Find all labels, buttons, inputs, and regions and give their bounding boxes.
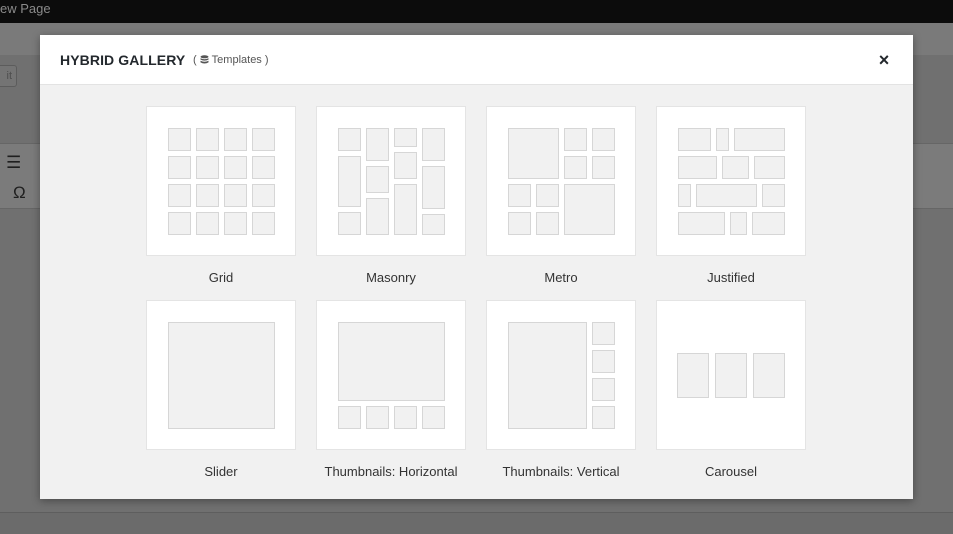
slider-layout-icon xyxy=(168,322,275,429)
background-footer xyxy=(0,512,953,534)
modal-title: HYBRID GALLERY xyxy=(60,52,186,68)
template-label: Carousel xyxy=(704,464,758,479)
thumbnails-horizontal-layout-icon xyxy=(338,322,445,429)
admin-topbar: ew Page xyxy=(0,0,953,23)
modal-header: HYBRID GALLERY ( Templates ) × xyxy=(40,35,913,85)
carousel-layout-icon xyxy=(677,353,785,398)
template-thumbnail xyxy=(316,106,466,256)
template-thumbnail xyxy=(146,106,296,256)
template-label: Grid xyxy=(208,270,234,285)
metro-layout-icon xyxy=(508,128,615,235)
template-thumbnail xyxy=(656,106,806,256)
template-thumbnails-horizontal[interactable]: Thumbnails: Horizontal xyxy=(316,300,466,479)
subtitle-paren-open: ( xyxy=(193,54,197,66)
grid-layout-icon xyxy=(168,128,275,235)
template-thumbnail xyxy=(656,300,806,450)
template-label: Thumbnails: Vertical xyxy=(502,464,620,479)
template-label: Slider xyxy=(204,464,238,479)
template-masonry[interactable]: Masonry xyxy=(316,106,466,285)
page-title: ew Page xyxy=(0,1,51,16)
template-thumbnail xyxy=(486,106,636,256)
template-metro[interactable]: Metro xyxy=(486,106,636,285)
template-slider[interactable]: Slider xyxy=(146,300,296,479)
edit-button: it xyxy=(0,65,17,87)
templates-subtitle: ( Templates ) xyxy=(193,54,268,66)
template-label: Justified xyxy=(707,270,755,285)
database-icon xyxy=(200,55,209,64)
list-icon: ☰ xyxy=(6,153,22,172)
template-grid[interactable]: Grid xyxy=(146,106,296,285)
thumbnails-vertical-layout-icon xyxy=(508,322,615,429)
template-carousel[interactable]: Carousel xyxy=(656,300,806,479)
template-justified[interactable]: Justified xyxy=(656,106,806,285)
template-label: Thumbnails: Horizontal xyxy=(324,464,458,479)
template-thumbnail xyxy=(146,300,296,450)
close-button[interactable]: × xyxy=(874,49,894,71)
template-label: Masonry xyxy=(366,270,416,285)
subtitle-paren-close: ) xyxy=(264,54,269,66)
omega-icon: Ω xyxy=(13,183,26,202)
template-thumbnail xyxy=(316,300,466,450)
subtitle-label: Templates xyxy=(211,54,262,66)
template-label: Metro xyxy=(544,270,578,285)
masonry-layout-icon xyxy=(338,128,445,235)
template-thumbnail xyxy=(486,300,636,450)
template-thumbnails-vertical[interactable]: Thumbnails: Vertical xyxy=(486,300,636,479)
hybrid-gallery-modal: HYBRID GALLERY ( Templates ) × Grid Maso… xyxy=(40,35,913,499)
justified-layout-icon xyxy=(678,128,785,235)
